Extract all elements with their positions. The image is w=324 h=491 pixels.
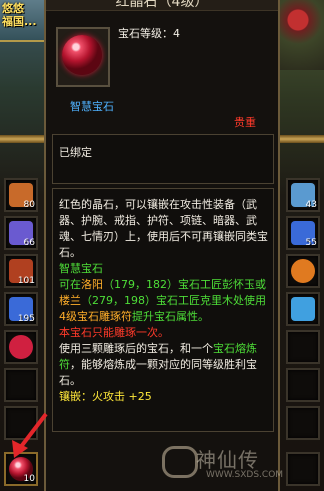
inventory-slot-right-5[interactable]	[286, 330, 320, 364]
gem-level: 宝石等级：4	[118, 27, 180, 40]
inventory-slot-selected-gem[interactable]: 10	[4, 452, 38, 486]
tooltip-header: 宝石等级：4 智慧宝石 贵重	[46, 11, 278, 129]
tooltip-title: 红晶石（4级）	[115, 0, 209, 10]
item-icon	[9, 335, 33, 359]
loc-suffix: 处	[233, 294, 244, 307]
item-count: 43	[305, 200, 317, 210]
gem-type-name: 智慧宝石	[70, 100, 114, 113]
loc2-city[interactable]: 楼兰	[59, 294, 81, 307]
right-frame-divider	[278, 135, 324, 143]
item-icon	[291, 259, 315, 283]
location-line: 可在洛阳（179，182）宝石工匠彭怀玉或楼兰（279，198）宝石工匠克里木处…	[59, 277, 271, 325]
use-suffix: 提升宝石属性。	[132, 310, 209, 323]
watermark-url: WWW.SXDS.COM	[206, 470, 284, 480]
gem-preview-frame	[56, 27, 110, 87]
item-count: 101	[17, 276, 35, 286]
loc1-city[interactable]: 洛阳	[81, 278, 103, 291]
loc2-npc: 宝石工匠克里木	[156, 294, 233, 307]
carve-once-note: 本宝石只能雕琢一次。	[59, 326, 169, 339]
loc1-coord[interactable]: （179，182）	[103, 278, 178, 291]
use-prefix: 使用	[244, 294, 266, 307]
description-intro: 红色的晶石，可以镶嵌在攻击性装备（武器、护腕、戒指、护符、项链、暗器、武魂、七情…	[59, 198, 268, 259]
inventory-slot-left-6[interactable]	[4, 368, 38, 402]
inventory-slot-left-1[interactable]: 80	[4, 178, 38, 212]
inventory-slot-left-3[interactable]: 101	[4, 254, 38, 288]
bound-status-box: 已绑定	[52, 134, 274, 184]
watermark-logo-icon	[162, 446, 198, 478]
item-count: 10	[23, 474, 35, 484]
merge-prefix: 使用三颗雕琢后的宝石，和一个	[59, 342, 213, 355]
red-gem-icon	[62, 35, 102, 75]
item-count: 66	[23, 238, 35, 248]
merge-suffix: ，能够熔炼成一颗对应的同等级胜利宝石。	[59, 358, 257, 387]
gem-type-line: 智慧宝石	[59, 262, 103, 275]
loc-prefix: 可在	[59, 278, 81, 291]
price-tag: 贵重	[234, 116, 256, 129]
item-count: 195	[17, 314, 35, 324]
or-text: 或	[255, 278, 266, 291]
inlay-label: 镶嵌：	[59, 390, 92, 403]
merge-line: 使用三颗雕琢后的宝石，和一个宝石熔炼符，能够熔炼成一颗对应的同等级胜利宝石。	[59, 341, 271, 389]
inventory-slot-right-7[interactable]	[286, 406, 320, 440]
item-icon	[291, 297, 315, 321]
inventory-slot-right-8[interactable]	[286, 452, 320, 486]
carve-item[interactable]: 4级宝石雕琢符	[59, 310, 132, 323]
loc2-coord[interactable]: （279，198）	[81, 294, 156, 307]
inventory-slot-right-2[interactable]: 55	[286, 216, 320, 250]
item-count: 55	[305, 238, 317, 248]
inventory-slot-right-6[interactable]	[286, 368, 320, 402]
right-status-orb[interactable]	[278, 0, 324, 70]
bound-status: 已绑定	[59, 146, 92, 159]
item-count: 80	[23, 200, 35, 210]
inventory-slot-left-2[interactable]: 66	[4, 216, 38, 250]
left-frame-divider	[0, 135, 46, 143]
inventory-slot-right-1[interactable]: 43	[286, 178, 320, 212]
item-tooltip: 红晶石（4级） 宝石等级：4 智慧宝石 贵重 已绑定 红色的晶石，可以镶嵌在攻击…	[44, 0, 280, 491]
loc1-npc: 宝石工匠彭怀玉	[178, 278, 255, 291]
watermark-text: 神仙传	[196, 448, 259, 472]
inventory-slot-right-3[interactable]	[286, 254, 320, 288]
inventory-slot-left-4[interactable]: 195	[4, 292, 38, 326]
left-badge-text: 悠悠 福国...	[2, 2, 37, 28]
tooltip-title-bar: 红晶石（4级）	[46, 0, 278, 11]
inventory-slot-left-5[interactable]	[4, 330, 38, 364]
inlay-value: 火攻击 +25	[92, 390, 152, 403]
inlay-line: 镶嵌：火攻击 +25	[59, 389, 271, 405]
description-box: 红色的晶石，可以镶嵌在攻击性装备（武器、护腕、戒指、护符、项链、暗器、武魂、七情…	[52, 188, 274, 432]
inventory-slot-left-7[interactable]	[4, 406, 38, 440]
inventory-slot-right-4[interactable]	[286, 292, 320, 326]
left-status-badge[interactable]: 悠悠 福国...	[0, 0, 46, 42]
item-description: 红色的晶石，可以镶嵌在攻击性装备（武器、护腕、戒指、护符、项链、暗器、武魂、七情…	[59, 197, 271, 405]
